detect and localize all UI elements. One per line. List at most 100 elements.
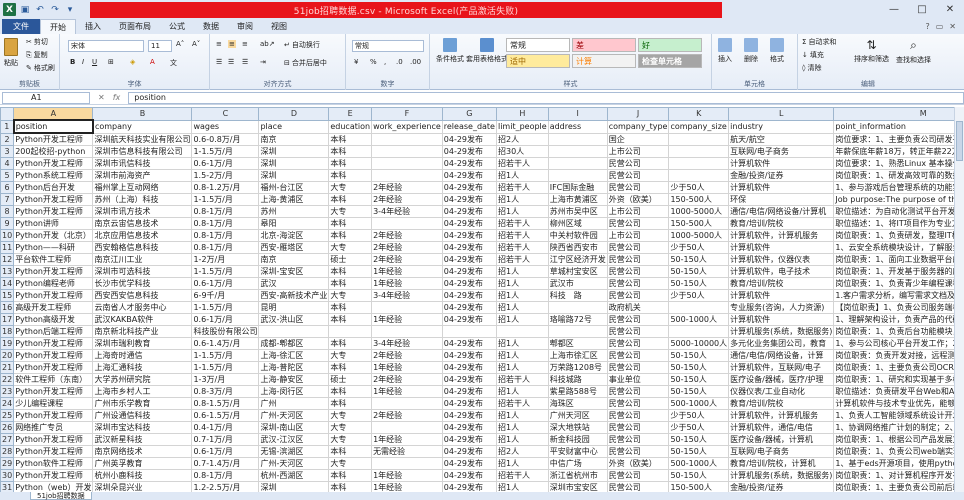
- row-header[interactable]: 30: [0, 469, 15, 482]
- cell[interactable]: 1年经验: [371, 361, 443, 374]
- cell[interactable]: 150-500人: [668, 481, 730, 492]
- cell[interactable]: 2年经验: [371, 241, 443, 254]
- ribbon-minimize-icon[interactable]: ▭: [936, 22, 944, 31]
- cell[interactable]: 岗位职责：1、负责青少年编程课程的讲授: [833, 277, 954, 290]
- cell[interactable]: 0.6-1万/月: [191, 277, 260, 290]
- cell[interactable]: 大专: [328, 421, 373, 434]
- cell[interactable]: Python开发工程师: [13, 265, 94, 278]
- cell[interactable]: 招1人: [495, 349, 549, 362]
- cell[interactable]: Python后台开发: [13, 181, 94, 194]
- cell[interactable]: 岗位要求：1、主要负责公司研发平台的开发: [833, 132, 954, 146]
- cell[interactable]: 招若干人: [495, 241, 549, 254]
- percent-icon[interactable]: %: [370, 58, 377, 66]
- cell[interactable]: 招1人: [495, 361, 549, 374]
- cell[interactable]: 招若干人: [495, 253, 549, 266]
- cell[interactable]: Python开发工程师: [13, 132, 94, 146]
- cell[interactable]: 0.8-1万/月: [191, 205, 260, 218]
- cell[interactable]: 外资（欧美）: [606, 193, 670, 206]
- cell[interactable]: 民营公司: [606, 421, 670, 434]
- cell[interactable]: 04-29发布: [441, 301, 497, 314]
- cell[interactable]: 少于50人: [668, 181, 730, 194]
- cell[interactable]: 上海-静安区: [258, 373, 330, 386]
- cell[interactable]: 1年经验: [371, 277, 443, 290]
- cell[interactable]: 深圳市可选科技: [92, 265, 193, 278]
- cell[interactable]: 医疗设备/器械，计算机: [728, 433, 835, 446]
- cell[interactable]: 大专: [328, 289, 373, 302]
- cell[interactable]: Python开发工程师: [13, 205, 94, 218]
- cell[interactable]: 3-4年经验: [371, 337, 443, 350]
- cell[interactable]: [547, 132, 608, 146]
- cell[interactable]: 04-29发布: [441, 397, 497, 410]
- cell[interactable]: 1年经验: [371, 469, 443, 482]
- row-header[interactable]: 17: [0, 313, 15, 326]
- cell[interactable]: 深圳市宝安区: [547, 481, 608, 492]
- cell[interactable]: 04-29发布: [441, 409, 497, 422]
- cell[interactable]: 本科: [328, 481, 373, 492]
- cell[interactable]: Python开发工程师: [13, 469, 94, 482]
- cell[interactable]: 2年经验: [371, 253, 443, 266]
- cell[interactable]: 航天/航空: [728, 132, 835, 146]
- cell[interactable]: 本科: [328, 397, 373, 410]
- cell[interactable]: 民营公司: [606, 277, 670, 290]
- cell[interactable]: 上市公司: [606, 205, 670, 218]
- cell[interactable]: 200起校招-python: [13, 145, 94, 158]
- style-bad[interactable]: 差: [572, 38, 636, 52]
- font-color-icon[interactable]: A: [150, 58, 155, 66]
- cell[interactable]: 深圳-宝安区: [258, 265, 330, 278]
- sort-filter-button[interactable]: ⇅ 排序和筛选: [854, 38, 889, 64]
- cell[interactable]: 50-150人: [668, 373, 730, 386]
- cell[interactable]: 福州掌上互动网络: [92, 181, 193, 194]
- undo-icon[interactable]: ↶: [34, 4, 46, 16]
- cell[interactable]: 互联网/电子商务: [728, 445, 835, 458]
- cell[interactable]: 计算机软件: [728, 289, 835, 302]
- underline-button[interactable]: U: [92, 58, 97, 66]
- decrease-decimal-icon[interactable]: .00: [410, 58, 421, 66]
- cell[interactable]: 深圳-南山区: [258, 421, 330, 434]
- cell[interactable]: 招1人: [495, 433, 549, 446]
- cell[interactable]: 南京: [258, 253, 330, 266]
- cell[interactable]: 长沙市优学科技: [92, 277, 193, 290]
- cell[interactable]: 职位描述：1、将IT项目作为专业方向: [833, 217, 954, 230]
- cell[interactable]: 0.6-1万/月: [191, 313, 260, 326]
- close-button[interactable]: ✕: [936, 0, 964, 19]
- cell[interactable]: 计算机软件与技术专业优先，能够: [833, 397, 954, 410]
- style-calculation[interactable]: 计算: [572, 54, 636, 68]
- cell[interactable]: company_size: [668, 119, 730, 134]
- cell[interactable]: 平安财富中心: [547, 445, 608, 458]
- cell[interactable]: 仪器仪表/工业自动化: [728, 385, 835, 398]
- cell[interactable]: 04-29发布: [441, 169, 497, 182]
- cell[interactable]: 0.6-1万/月: [191, 157, 260, 170]
- cell[interactable]: Python系统工程师: [13, 169, 94, 182]
- cell[interactable]: [495, 325, 549, 338]
- cell[interactable]: 民营公司: [606, 169, 670, 182]
- cell[interactable]: 苏州（上海）科技: [92, 193, 193, 206]
- row-header[interactable]: 11: [0, 241, 15, 254]
- increase-decimal-icon[interactable]: .0: [396, 58, 403, 66]
- cell[interactable]: 深圳: [258, 481, 330, 492]
- cell[interactable]: 50-150人: [668, 385, 730, 398]
- cell[interactable]: Python开发工程师: [13, 409, 94, 422]
- cell[interactable]: 04-29发布: [441, 217, 497, 230]
- cell[interactable]: Python开发工程师: [13, 445, 94, 458]
- cell[interactable]: 民营公司: [606, 361, 670, 374]
- cell[interactable]: 1-3万/月: [191, 373, 260, 386]
- cell[interactable]: [371, 301, 443, 314]
- sheet-tab[interactable]: 51job招聘数据: [30, 492, 92, 500]
- align-bottom-icon[interactable]: ≡: [242, 40, 248, 48]
- workbook-close-icon[interactable]: ✕: [949, 22, 956, 31]
- cell[interactable]: 深圳市前海资产: [92, 169, 193, 182]
- cell[interactable]: 1-1.5万/月: [191, 361, 260, 374]
- cell[interactable]: [371, 421, 443, 434]
- row-header[interactable]: 1: [0, 119, 15, 134]
- row-header[interactable]: 13: [0, 265, 15, 278]
- name-box[interactable]: A1: [2, 91, 90, 104]
- cell[interactable]: 计算机软件: [728, 313, 835, 326]
- cell[interactable]: 04-29发布: [441, 313, 497, 326]
- cell[interactable]: [371, 169, 443, 182]
- cell[interactable]: 本科: [328, 132, 373, 146]
- cell[interactable]: 04-29发布: [441, 265, 497, 278]
- cell[interactable]: [371, 397, 443, 410]
- indent-icon[interactable]: ⇥: [260, 58, 266, 66]
- cell[interactable]: 民营公司: [606, 181, 670, 194]
- cell[interactable]: 计算机软件，计算机服务: [728, 229, 835, 242]
